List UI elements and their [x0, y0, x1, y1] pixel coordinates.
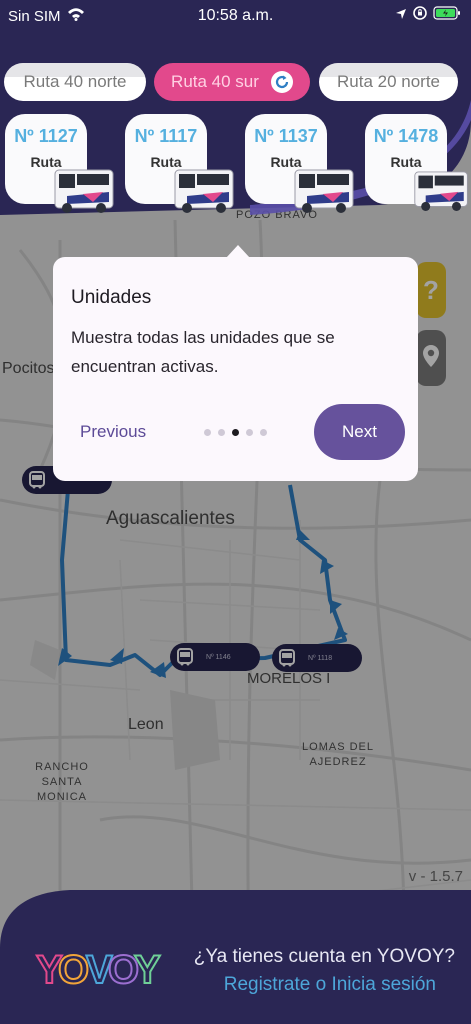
tooltip-title: Unidades [71, 287, 152, 308]
units-list: Nº 1127 Ruta Nº 1117 Ruta Nº 1137 Ruta N… [0, 114, 471, 219]
unit-number: Nº 1117 [134, 126, 198, 146]
unit-card[interactable]: Nº 1127 Ruta [5, 114, 114, 213]
account-question: ¿Ya tienes cuenta en YOVOY? [193, 946, 455, 967]
step-indicator [204, 429, 267, 436]
register-login-link[interactable]: Registrate o Inicia sesión [224, 974, 436, 996]
battery-icon [433, 6, 461, 24]
unit-number: Nº 1127 [14, 126, 78, 146]
orientation-lock-icon [413, 6, 427, 24]
unit-number: Nº 1478 [373, 126, 439, 146]
unit-card[interactable]: Nº 1478 Ruta [365, 114, 468, 211]
refresh-icon[interactable] [270, 71, 293, 93]
bus-image-icon [53, 166, 117, 221]
route-chip-20-norte[interactable]: Ruta 20 norte [319, 63, 458, 101]
route-chip-40-norte[interactable]: Ruta 40 norte [4, 63, 146, 101]
status-icons [395, 6, 461, 24]
route-chip-40-sur[interactable]: Ruta 40 sur [154, 63, 310, 101]
step-dot [218, 429, 225, 436]
footer: Y O V O Y ¿Ya tienes cuenta en YOVOY? Re… [0, 888, 471, 1024]
step-dot-active [232, 429, 239, 436]
bus-image-icon [173, 166, 237, 221]
yovoy-logo: Y O V O Y [35, 947, 162, 993]
unit-card[interactable]: Nº 1137 Ruta [245, 114, 354, 213]
bus-image-icon [293, 166, 357, 221]
next-button[interactable]: Next [314, 404, 405, 460]
step-dot [260, 429, 267, 436]
tooltip-description: Muestra todas las unidades que se encuen… [71, 328, 335, 376]
bus-image-icon [413, 166, 471, 221]
unit-card[interactable]: Nº 1117 Ruta [125, 114, 234, 213]
tutorial-tooltip: Unidades Muestra todas las unidades que … [53, 257, 418, 481]
route-selector: Ruta 40 norte Ruta 40 sur Ruta 20 norte [0, 63, 471, 103]
previous-button[interactable]: Previous [80, 422, 146, 442]
status-bar: Sin SIM 10:58 a.m. [0, 0, 471, 30]
header: Sin SIM 10:58 a.m. Ruta 40 norte Ruta 40… [0, 0, 471, 220]
unit-number: Nº 1137 [254, 126, 318, 146]
location-arrow-icon [395, 7, 407, 24]
step-dot [246, 429, 253, 436]
step-dot [204, 429, 211, 436]
